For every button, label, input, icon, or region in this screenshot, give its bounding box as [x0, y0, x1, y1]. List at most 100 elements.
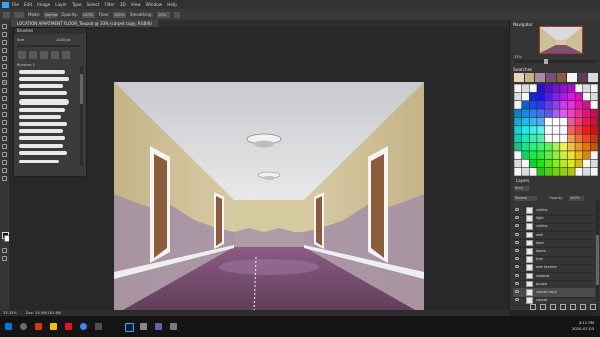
app-icon-grey-2[interactable]	[140, 323, 147, 330]
swatch-cell[interactable]	[590, 167, 598, 176]
swatch-cell[interactable]	[567, 101, 575, 109]
swatch-cell[interactable]	[552, 101, 560, 109]
swatch-cell[interactable]	[583, 167, 591, 176]
swatch-cell[interactable]	[567, 117, 575, 126]
type-tool-icon[interactable]	[2, 144, 7, 149]
fx-icon[interactable]	[540, 304, 546, 310]
swatch-cell[interactable]	[521, 142, 529, 151]
swatch-cell[interactable]	[560, 101, 568, 109]
visibility-eye-icon[interactable]	[515, 281, 519, 285]
swatch-cell[interactable]	[560, 84, 568, 93]
swatch-cell[interactable]	[567, 84, 575, 93]
swatch-cell[interactable]	[567, 167, 575, 176]
app-icon-purple[interactable]	[155, 323, 162, 330]
swatch-cell[interactable]	[514, 109, 522, 118]
brush-stroke-6[interactable]	[19, 108, 65, 112]
swatch-cell[interactable]	[514, 92, 522, 101]
swatch-cell[interactable]	[537, 117, 545, 126]
swatch-cell[interactable]	[544, 167, 552, 176]
brush-stroke-4[interactable]	[19, 91, 67, 95]
swatch-cell[interactable]	[590, 117, 598, 126]
visibility-eye-icon[interactable]	[515, 224, 519, 228]
crop-tool-icon[interactable]	[2, 56, 7, 61]
gradient-tool-icon[interactable]	[2, 112, 7, 117]
swatch-cell[interactable]	[521, 167, 529, 176]
swatch-cell[interactable]	[560, 92, 568, 101]
visibility-eye-icon[interactable]	[515, 232, 519, 236]
eyedropper-tool-icon[interactable]	[2, 64, 7, 69]
quick-select-tool-icon[interactable]	[2, 48, 7, 53]
navigator-zoom-slider[interactable]	[514, 59, 596, 64]
swatch-cell[interactable]	[590, 126, 598, 134]
swatch-cell[interactable]	[529, 92, 537, 101]
swatch-cell[interactable]	[529, 159, 537, 168]
swatch-cell[interactable]	[567, 92, 575, 101]
adjustment-icon[interactable]	[560, 304, 566, 310]
swatch[interactable]	[577, 73, 588, 82]
brush-stroke-9[interactable]	[19, 129, 63, 133]
status-zoom[interactable]: 33.33%	[3, 311, 17, 315]
dodge-tool-icon[interactable]	[2, 128, 7, 133]
brush-stroke-1[interactable]	[19, 70, 65, 74]
swatch-cell[interactable]	[544, 134, 552, 143]
swatch-cell[interactable]	[514, 134, 522, 143]
swatch-cell[interactable]	[560, 159, 568, 168]
swatch-cell[interactable]	[575, 159, 583, 168]
brush-stroke-3[interactable]	[19, 84, 63, 88]
swatch[interactable]	[524, 73, 535, 82]
swatch-cell[interactable]	[529, 126, 537, 134]
visibility-eye-icon[interactable]	[515, 265, 519, 269]
swatch-cell[interactable]	[529, 167, 537, 176]
brush-stroke-8[interactable]	[19, 122, 67, 126]
swatch-cell[interactable]	[583, 142, 591, 151]
menu-window[interactable]: Window	[146, 2, 163, 7]
menu-3d[interactable]: 3D	[120, 2, 126, 7]
swatch-cell[interactable]	[537, 134, 545, 143]
visibility-eye-icon[interactable]	[515, 273, 519, 277]
swatch-cell[interactable]	[529, 117, 537, 126]
swatch-cell[interactable]	[514, 101, 522, 109]
swatch-cell[interactable]	[567, 126, 575, 134]
swatch-cell[interactable]	[552, 134, 560, 143]
swatch-cell[interactable]	[537, 92, 545, 101]
swatch-cell[interactable]	[583, 92, 591, 101]
swatch-cell[interactable]	[567, 134, 575, 143]
app-icon-grey-3[interactable]	[170, 323, 177, 330]
swatch-cell[interactable]	[552, 142, 560, 151]
swatch-cell[interactable]	[583, 117, 591, 126]
swatch-cell[interactable]	[537, 109, 545, 118]
swatch-cell[interactable]	[544, 126, 552, 134]
swatch-cell[interactable]	[590, 84, 598, 93]
swatch-cell[interactable]	[575, 109, 583, 118]
swatch-cell[interactable]	[590, 134, 598, 143]
visibility-eye-icon[interactable]	[515, 240, 519, 244]
swatch-cell[interactable]	[544, 92, 552, 101]
windows-start-icon[interactable]	[5, 323, 12, 330]
brush-tool-icon[interactable]	[3, 11, 10, 18]
swatch[interactable]	[588, 73, 598, 82]
app-icon-red-2[interactable]	[65, 323, 72, 330]
swatch-cell[interactable]	[529, 151, 537, 159]
swatch-cell[interactable]	[575, 117, 583, 126]
color-wheel-swatches[interactable]	[514, 84, 598, 176]
brush-stroke-12[interactable]	[19, 151, 67, 155]
swatch-cell[interactable]	[590, 159, 598, 168]
eraser-tool-icon[interactable]	[2, 104, 7, 109]
swatch-cell[interactable]	[552, 92, 560, 101]
swatch-cell[interactable]	[575, 84, 583, 93]
swatch-cell[interactable]	[583, 84, 591, 93]
swatch-cell[interactable]	[583, 134, 591, 143]
mode-select[interactable]: Normal	[44, 11, 58, 18]
swatch-cell[interactable]	[567, 159, 575, 168]
swatch-cell[interactable]	[552, 109, 560, 118]
swatch-cell[interactable]	[583, 109, 591, 118]
menu-image[interactable]: Image	[37, 2, 50, 7]
path-select-tool-icon[interactable]	[2, 152, 7, 157]
recent-brush-2[interactable]	[29, 51, 37, 59]
menu-filter[interactable]: Filter	[104, 2, 114, 7]
recent-brush-5[interactable]	[62, 51, 70, 59]
swatch-cell[interactable]	[590, 92, 598, 101]
quick-mask-icon[interactable]	[2, 248, 7, 253]
layer-blend-mode[interactable]: Normal	[514, 196, 537, 201]
navigator-zoom-value[interactable]: 33%	[514, 55, 522, 59]
